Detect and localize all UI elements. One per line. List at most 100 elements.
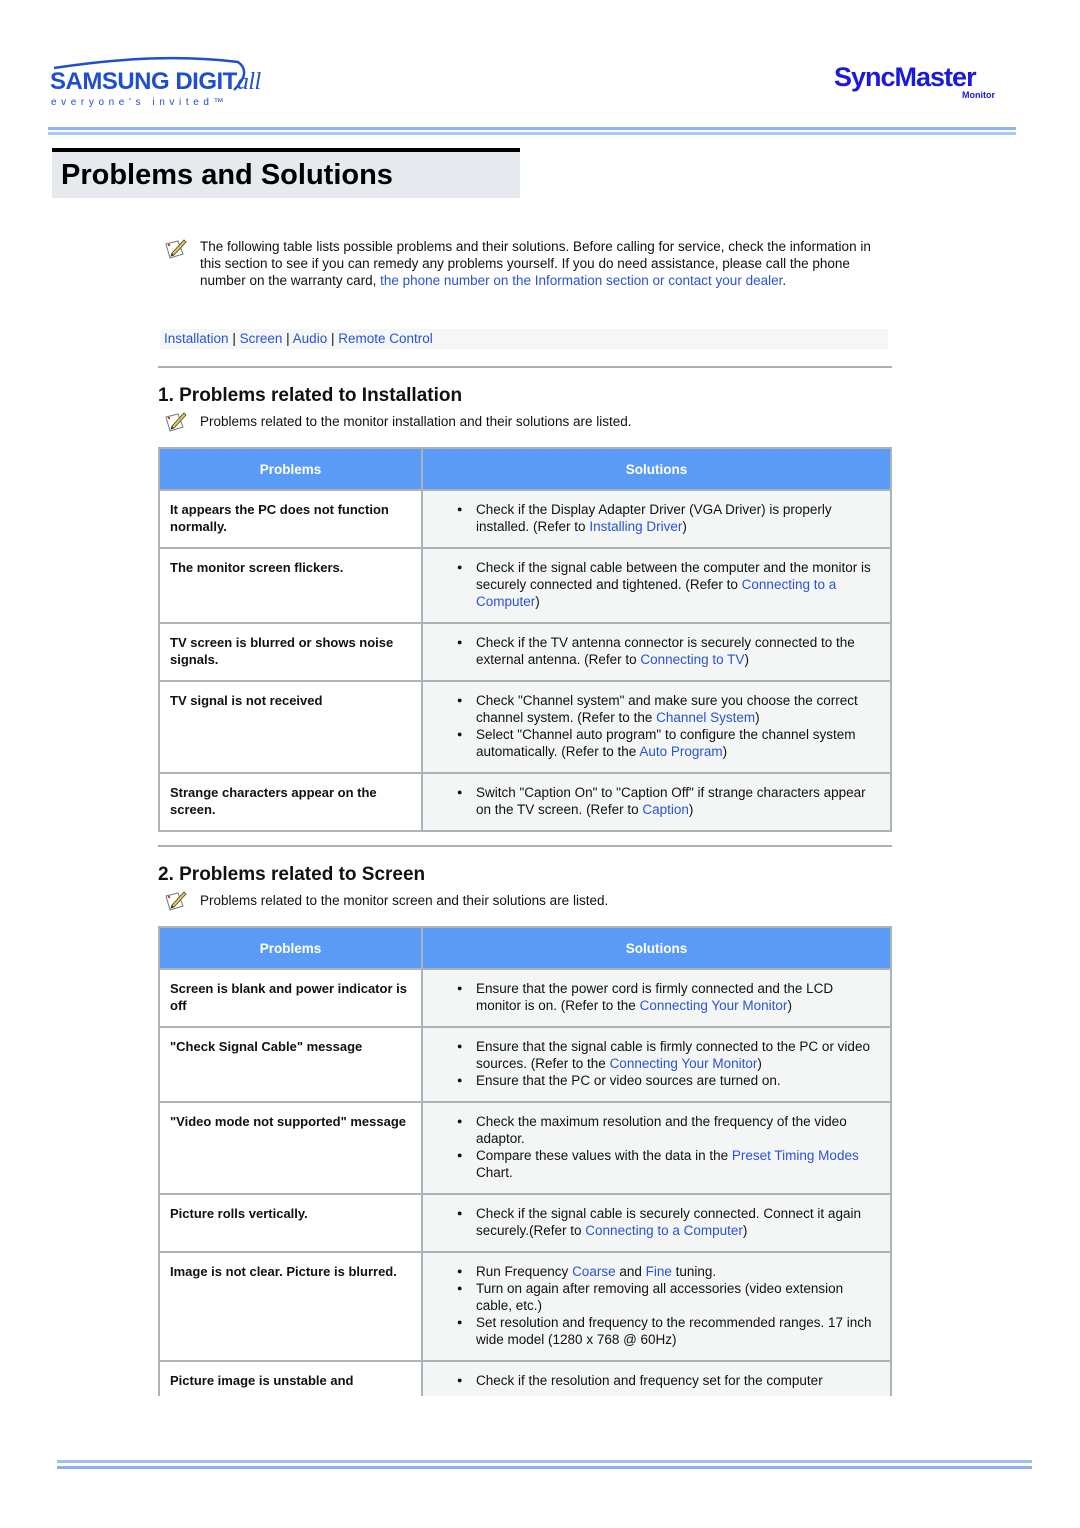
solution-text: )	[682, 519, 687, 534]
product-logo-text: SyncMaster	[834, 62, 977, 92]
solution-list: Switch "Caption On" to "Caption Off" if …	[457, 784, 880, 818]
problem-cell: It appears the PC does not function norm…	[158, 489, 423, 549]
solution-cell: Run Frequency Coarse and Fine tuning.Tur…	[421, 1251, 892, 1362]
reference-link[interactable]: Installing Driver	[589, 519, 682, 534]
nav-separator: |	[330, 331, 335, 346]
solution-text: )	[742, 1223, 748, 1238]
solution-text: Check if the resolution and frequency se…	[476, 1373, 823, 1388]
table-row: "Check Signal Cable" message Ensure that …	[158, 1026, 892, 1103]
solution-text: )	[535, 594, 540, 609]
solution-item: Select "Channel auto program" to configu…	[457, 726, 880, 760]
note-pencil-icon	[165, 891, 187, 911]
reference-link[interactable]: Caption	[642, 802, 689, 817]
section-nav: Installation | Screen | Audio | Remote C…	[160, 329, 888, 349]
problem-cell: Image is not clear. Picture is blurred.	[158, 1251, 423, 1362]
reference-link[interactable]: Connecting to a Computer	[585, 1223, 743, 1238]
problem-cell: "Check Signal Cable" message	[158, 1026, 423, 1103]
solution-item: Set resolution and frequency to the reco…	[457, 1314, 880, 1348]
table-row: TV signal is not received Check "Channel …	[158, 680, 892, 774]
nav-link-screen[interactable]: Screen	[240, 331, 283, 346]
brand-word: SAMSUNG DIGIT	[50, 68, 237, 95]
contact-info-link[interactable]: the phone number on the Information sect…	[380, 273, 782, 288]
section-description-screen: Problems related to the monitor screen a…	[164, 891, 608, 911]
page-cut-mask	[150, 1396, 910, 1456]
solution-cell: Check if the signal cable between the co…	[421, 547, 892, 624]
solution-item: Check if the signal cable is securely co…	[457, 1205, 880, 1239]
solution-list: Check if the Display Adapter Driver (VGA…	[457, 501, 880, 535]
nav-separator: |	[286, 331, 290, 346]
table-row: Image is not clear. Picture is blurred. R…	[158, 1251, 892, 1362]
installation-problems-table: Problems Solutions It appears the PC doe…	[158, 447, 892, 832]
problem-cell: "Video mode not supported" message	[158, 1101, 423, 1195]
solution-cell: Ensure that the signal cable is firmly c…	[421, 1026, 892, 1103]
intro-note: The following table lists possible probl…	[164, 238, 884, 289]
reference-link[interactable]: Auto Program	[639, 744, 722, 759]
solution-item: Compare these values with the data in th…	[457, 1147, 880, 1181]
table-row: The monitor screen flickers. Check if the…	[158, 547, 892, 624]
problem-cell: The monitor screen flickers.	[158, 547, 423, 624]
table-row: "Video mode not supported" message Check …	[158, 1101, 892, 1195]
table-row: Picture rolls vertically. Check if the si…	[158, 1193, 892, 1253]
solution-item: Check "Channel system" and make sure you…	[457, 692, 880, 726]
solution-text: Turn on again after removing all accesso…	[476, 1281, 844, 1313]
solution-text: tuning.	[671, 1264, 717, 1279]
section-divider	[158, 845, 892, 847]
reference-link[interactable]: Fine	[646, 1264, 672, 1279]
solution-text: )	[722, 744, 728, 759]
solution-text: Ensure that the PC or video sources are …	[476, 1073, 781, 1088]
solution-item: Check the maximum resolution and the fre…	[457, 1113, 880, 1147]
table-row: TV screen is blurred or shows noise sign…	[158, 622, 892, 682]
solution-cell: Check if the TV antenna connector is sec…	[421, 622, 892, 682]
solution-list: Check if the signal cable is securely co…	[457, 1205, 880, 1239]
reference-link[interactable]: Connecting Your Monitor	[610, 1056, 758, 1071]
header-divider-secondary	[48, 132, 1016, 135]
solution-item: Ensure that the PC or video sources are …	[457, 1072, 880, 1089]
syncmaster-logo: SyncMaster Monitor	[834, 62, 995, 100]
solution-list: Check if the resolution and frequency se…	[457, 1372, 880, 1389]
solution-text: and	[615, 1264, 646, 1279]
reference-link[interactable]: Connecting Your Monitor	[640, 998, 788, 1013]
solution-list: Check the maximum resolution and the fre…	[457, 1113, 880, 1181]
screen-problems-table: Problems Solutions Screen is blank and p…	[158, 926, 892, 1403]
table-row: It appears the PC does not function norm…	[158, 489, 892, 549]
footer-divider	[57, 1460, 1032, 1463]
solution-text: )	[787, 998, 792, 1013]
page-title-bar: Problems and Solutions	[52, 148, 520, 198]
section-divider	[158, 366, 892, 368]
solution-text: )	[744, 652, 749, 667]
problem-cell: TV screen is blurred or shows noise sign…	[158, 622, 423, 682]
nav-link-audio[interactable]: Audio	[293, 331, 328, 346]
nav-link-installation[interactable]: Installation	[164, 331, 229, 346]
solution-cell: Check if the Display Adapter Driver (VGA…	[421, 489, 892, 549]
solution-cell: Switch "Caption On" to "Caption Off" if …	[421, 772, 892, 832]
solution-text: Check the maximum resolution and the fre…	[476, 1114, 847, 1146]
solution-item: Ensure that the signal cable is firmly c…	[457, 1038, 880, 1072]
solution-text: )	[755, 710, 760, 725]
solution-list: Check if the TV antenna connector is sec…	[457, 634, 880, 668]
problem-cell: Screen is blank and power indicator is o…	[158, 968, 423, 1028]
problem-cell: Strange characters appear on the screen.	[158, 772, 423, 832]
solution-text: Run Frequency	[476, 1264, 573, 1279]
note-pencil-icon	[165, 239, 187, 259]
header-divider	[48, 127, 1016, 130]
note-pencil-icon	[165, 412, 187, 432]
table-row: Strange characters appear on the screen.…	[158, 772, 892, 832]
section-heading-installation: 1. Problems related to Installation	[158, 385, 463, 406]
solution-text: Chart.	[476, 1165, 513, 1180]
intro-text-end: .	[782, 273, 787, 288]
solution-item: Run Frequency Coarse and Fine tuning.	[457, 1263, 880, 1280]
section-heading-screen: 2. Problems related to Screen	[158, 864, 426, 885]
reference-link[interactable]: Preset Timing Modes	[732, 1148, 859, 1163]
nav-link-remote-control[interactable]: Remote Control	[338, 331, 433, 346]
solution-text: )	[757, 1056, 762, 1071]
solution-cell: Check if the signal cable is securely co…	[421, 1193, 892, 1253]
reference-link[interactable]: Channel System	[656, 710, 755, 725]
reference-link[interactable]: Connecting to TV	[640, 652, 744, 667]
solution-text: Set resolution and frequency to the reco…	[476, 1315, 872, 1347]
solution-item: Turn on again after removing all accesso…	[457, 1280, 880, 1314]
solution-cell: Check "Channel system" and make sure you…	[421, 680, 892, 774]
solution-list: Ensure that the power cord is firmly con…	[457, 980, 880, 1014]
reference-link[interactable]: Coarse	[572, 1264, 616, 1279]
footer-divider-secondary	[57, 1466, 1032, 1469]
column-header-problems: Problems	[158, 447, 423, 491]
